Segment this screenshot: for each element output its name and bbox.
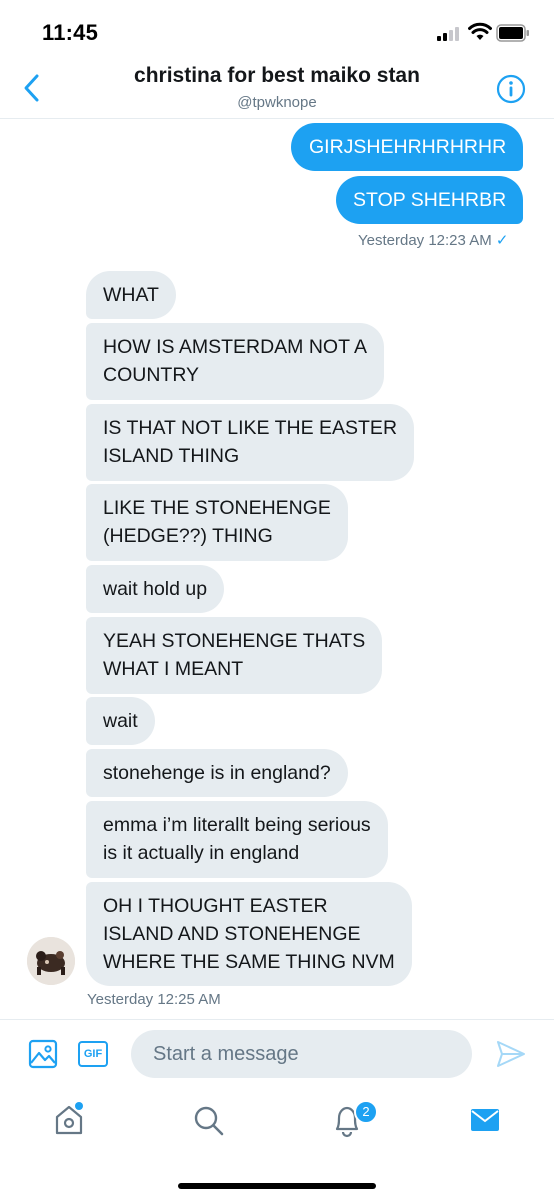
- message-bubble-incoming[interactable]: HOW IS AMSTERDAM NOT A COUNTRY: [86, 323, 385, 400]
- wifi-icon: [468, 22, 492, 40]
- message-bubble-incoming[interactable]: emma i’m literallt being serious is it a…: [86, 801, 388, 878]
- home-new-indicator: [75, 1102, 83, 1110]
- status-time: 11:45: [42, 20, 99, 45]
- notifications-badge: 2: [354, 1100, 378, 1124]
- gif-label: GIF: [83, 1048, 103, 1060]
- message-input[interactable]: [131, 1030, 472, 1078]
- search-icon[interactable]: [193, 1105, 225, 1137]
- message-bubble-incoming[interactable]: LIKE THE STONEHENGE (HEDGE??) THING: [86, 484, 348, 561]
- message-bubble-incoming[interactable]: YEAH STONEHENGE THATS WHAT I MEANT: [86, 617, 383, 694]
- cell-signal-icon: [437, 27, 459, 41]
- header-divider: [0, 118, 554, 119]
- avatar[interactable]: [27, 937, 75, 985]
- send-icon[interactable]: [496, 1040, 526, 1068]
- conversation-title[interactable]: christina for best maiko stan: [0, 64, 554, 88]
- info-icon[interactable]: [496, 74, 526, 104]
- message-bubble-incoming[interactable]: IS THAT NOT LIKE THE EASTER ISLAND THING: [86, 404, 415, 481]
- message-bubble-incoming[interactable]: wait: [86, 697, 155, 745]
- message-bubble-incoming[interactable]: stonehenge is in england?: [86, 749, 348, 797]
- message-bubble-outgoing[interactable]: STOP SHEHRBR: [336, 176, 524, 224]
- image-icon[interactable]: [28, 1039, 58, 1069]
- incoming-timestamp: Yesterday 12:25 AM: [87, 991, 221, 1008]
- timestamp-text: Yesterday 12:23 AM: [358, 232, 492, 249]
- battery-icon: [496, 24, 529, 42]
- message-bubble-incoming[interactable]: WHAT: [86, 271, 176, 319]
- gif-icon[interactable]: GIF: [78, 1041, 108, 1067]
- conversation-handle: @tpwknope: [237, 94, 317, 111]
- message-bubble-outgoing[interactable]: GIRJSHEHRHRHRHR: [291, 123, 524, 171]
- avatar-image: [27, 937, 75, 985]
- composer-divider: [0, 1019, 554, 1020]
- message-bubble-incoming[interactable]: OH I THOUGHT EASTER ISLAND AND STONEHENG…: [86, 882, 412, 986]
- mail-icon[interactable]: [470, 1107, 500, 1133]
- home-indicator: [178, 1183, 376, 1189]
- read-check-icon: ✓: [495, 232, 509, 249]
- message-bubble-incoming[interactable]: wait hold up: [86, 565, 225, 613]
- outgoing-timestamp: Yesterday 12:23 AM ✓: [358, 231, 508, 249]
